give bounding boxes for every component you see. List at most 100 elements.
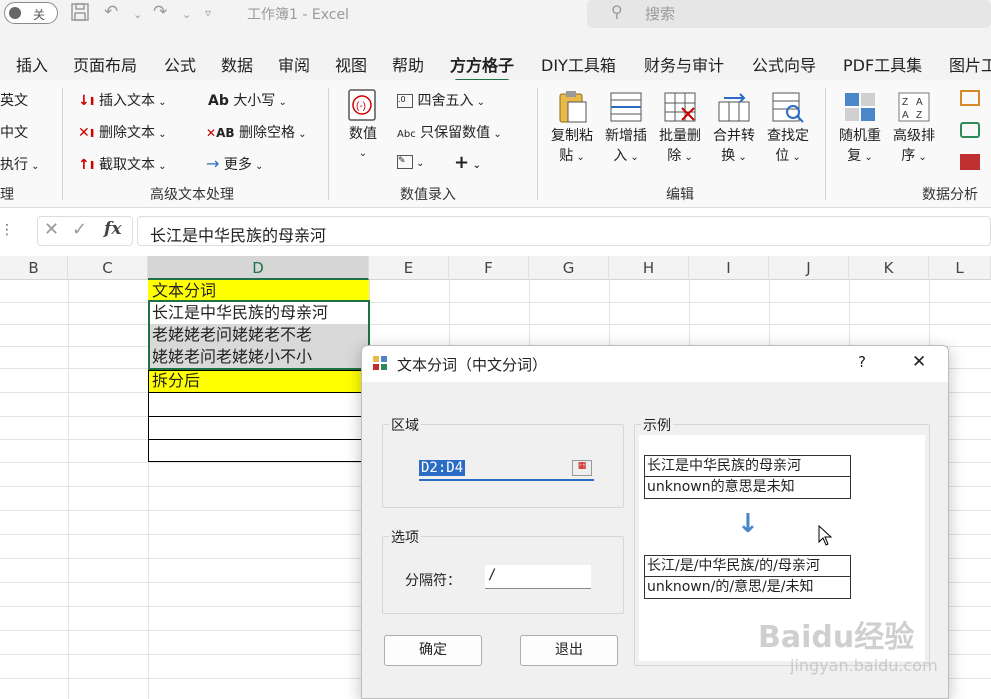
column-header-e[interactable]: E	[369, 256, 449, 280]
column-header-g[interactable]: G	[529, 256, 609, 280]
value-icon: (-)	[345, 88, 381, 122]
close-button[interactable]: ✕	[912, 352, 926, 372]
new-insert-button[interactable]: 新增插 入 ⌄	[600, 90, 652, 168]
english-button[interactable]: 英文	[0, 90, 28, 110]
mouse-cursor-icon	[818, 524, 834, 551]
column-header-l[interactable]: L	[929, 256, 991, 280]
search-box[interactable]: ⚲ 搜索	[587, 0, 991, 28]
insert-rows-icon	[608, 90, 644, 124]
tab-pdf-tools[interactable]: PDF工具集	[843, 52, 922, 76]
random-duplicate-label-1: 随机重	[839, 128, 881, 144]
group-label-text: 高级文本处理	[150, 187, 234, 203]
chevron-down-icon: ⌄	[490, 129, 502, 140]
range-picker-icon[interactable]: ▦	[572, 460, 592, 476]
tab-image-tools[interactable]: 图片工	[949, 52, 991, 76]
tab-page-layout[interactable]: 页面布局	[73, 52, 137, 76]
merge-convert-button[interactable]: 合并转 换 ⌄	[708, 90, 760, 168]
column-header-b[interactable]: B	[0, 256, 68, 280]
tab-view[interactable]: 视图	[335, 52, 367, 76]
formula-bar: ⋮ ✕ ✓ fx 长江是中华民族的母亲河	[0, 212, 991, 252]
tab-insert[interactable]: 插入	[16, 52, 48, 76]
column-header-h[interactable]: H	[609, 256, 689, 280]
chinese-button[interactable]: 中文	[0, 122, 28, 142]
column-header-i[interactable]: I	[689, 256, 769, 280]
chevron-down-icon: ⌄	[154, 161, 167, 172]
random-duplicate-button[interactable]: 随机重 复 ⌄	[834, 90, 886, 168]
extract-text-button[interactable]: ↑ı 截取文本 ⌄	[78, 154, 167, 174]
chevron-down-icon: ⌄	[789, 152, 801, 163]
formula-input[interactable]: 长江是中华民族的母亲河	[137, 216, 991, 246]
search-icon: ⚲	[611, 2, 623, 21]
plus-button[interactable]: + ⌄	[454, 152, 481, 173]
redo-icon[interactable]: ↷	[153, 2, 167, 22]
check-icon[interactable]	[960, 122, 980, 138]
window-title: 工作簿1 - Excel	[247, 7, 349, 23]
baidu-watermark-url: jingyan.baidu.com	[790, 656, 938, 675]
more-button[interactable]: → 更多 ⌄	[206, 154, 263, 174]
advanced-sort-button[interactable]: ZAAZ 高级排 序 ⌄	[888, 90, 940, 168]
example-after-row: unknown/的/意思/是/未知	[647, 579, 814, 595]
exit-button[interactable]: 退出	[520, 635, 618, 666]
grid-red-icon[interactable]	[960, 154, 980, 170]
svg-text:A: A	[902, 110, 909, 121]
value-label: 数值	[349, 126, 377, 142]
batch-delete-button[interactable]: 批量删 除 ⌄	[654, 90, 706, 168]
delete-space-icon: ✕AB	[206, 126, 235, 140]
tab-review[interactable]: 审阅	[278, 52, 310, 76]
ok-button[interactable]: 确定	[384, 635, 482, 666]
column-header-c[interactable]: C	[68, 256, 148, 280]
confirm-icon[interactable]: ✓	[72, 219, 87, 240]
help-button[interactable]: ?	[858, 353, 866, 371]
options-label: 选项	[389, 527, 421, 547]
round-icon: .0	[397, 94, 413, 108]
execute-button[interactable]: 执行 ⌄	[0, 154, 40, 174]
region-input[interactable]: D2:D4 ▦	[419, 459, 594, 481]
svg-text:Z: Z	[916, 110, 922, 121]
tab-diy-toolbox[interactable]: DIY工具箱	[541, 52, 616, 76]
tab-formula-wizard[interactable]: 公式向导	[752, 52, 816, 76]
keep-number-button[interactable]: Abc 只保留数值 ⌄	[397, 122, 502, 142]
chevron-down-icon: ⌄	[251, 161, 264, 172]
column-header-j[interactable]: J	[769, 256, 849, 280]
cancel-icon[interactable]: ✕	[44, 219, 59, 240]
edit-form-button[interactable]: ✎ ⌄	[397, 154, 425, 170]
value-button[interactable]: (-) 数值 ⌄	[340, 88, 386, 164]
tab-fangfang[interactable]: 方方格子	[450, 52, 514, 82]
column-header-d[interactable]: D	[148, 256, 369, 280]
ribbon: 英文 中文 执行 ⌄ 理 ↓ı 插入文本 ⌄ ✕ı 删除文本 ⌄ ↑ı 截取文本…	[0, 80, 991, 208]
save-icon[interactable]	[70, 2, 90, 27]
find-locate-button[interactable]: 查找定 位 ⌄	[762, 90, 814, 168]
tab-formulas[interactable]: 公式	[164, 52, 196, 76]
example-label: 示例	[641, 415, 673, 435]
redo-dropdown-icon[interactable]: ⌄	[182, 8, 191, 21]
region-value: D2:D4	[419, 460, 466, 476]
tab-help[interactable]: 帮助	[392, 52, 424, 76]
svg-text:Z: Z	[902, 97, 908, 108]
arrow-down-icon: ↓	[737, 509, 759, 539]
batch-delete-label-2: 除	[667, 148, 682, 164]
table-icon[interactable]	[960, 90, 980, 106]
separator-input[interactable]: /	[485, 565, 591, 589]
chevron-down-icon: ⌄	[154, 129, 167, 140]
delete-space-label: 删除空格	[238, 125, 295, 141]
customize-qat-icon[interactable]: ▿	[205, 6, 211, 20]
tab-data[interactable]: 数据	[221, 52, 253, 76]
undo-icon[interactable]: ↶	[104, 2, 118, 22]
round-button[interactable]: .0 四舍五入 ⌄	[397, 90, 485, 110]
dialog-titlebar: 文本分词（中文分词） ? ✕	[362, 346, 948, 382]
case-button[interactable]: Ab 大小写 ⌄	[208, 90, 287, 110]
new-insert-label-2: 入	[613, 148, 628, 164]
autosave-toggle[interactable]: 关	[4, 2, 58, 24]
copy-paste-button[interactable]: 复制粘 贴 ⌄	[546, 90, 598, 168]
column-header-f[interactable]: F	[449, 256, 529, 280]
column-header-k[interactable]: K	[849, 256, 929, 280]
tab-finance-audit[interactable]: 财务与审计	[644, 52, 724, 76]
chevron-down-icon: ⌄	[358, 148, 368, 159]
delete-space-button[interactable]: ✕AB 删除空格 ⌄	[206, 122, 307, 142]
namebox-menu-icon[interactable]: ⋮	[0, 222, 14, 238]
insert-function-icon[interactable]: fx	[104, 219, 121, 239]
cell-d1[interactable]: 文本分词	[148, 280, 369, 302]
undo-dropdown-icon[interactable]: ⌄	[133, 8, 142, 21]
insert-text-button[interactable]: ↓ı 插入文本 ⌄	[78, 90, 167, 110]
delete-text-button[interactable]: ✕ı 删除文本 ⌄	[78, 122, 167, 142]
